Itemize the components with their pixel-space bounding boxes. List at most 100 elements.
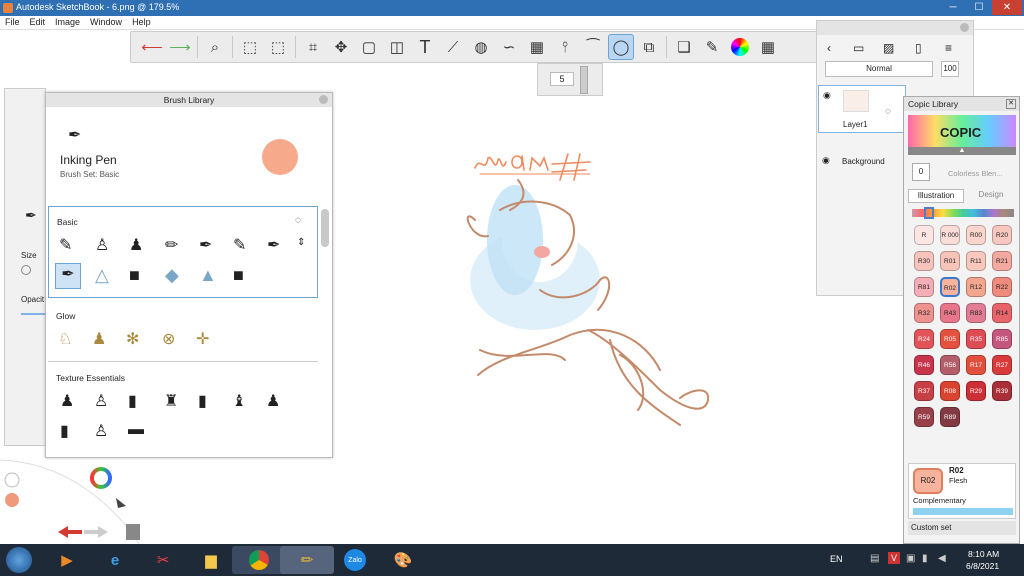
brush-size-input[interactable]: 5 [550, 72, 574, 86]
internet-explorer-icon[interactable]: e [88, 546, 142, 574]
brush-icon[interactable]: ▬ [128, 421, 144, 439]
paint-icon[interactable]: 🎨 [376, 546, 430, 574]
brush-icon[interactable]: ♟ [266, 391, 280, 411]
brush-size-slider[interactable] [580, 66, 588, 94]
redo-icon[interactable] [84, 526, 108, 538]
undo-icon[interactable] [58, 526, 82, 538]
custom-set[interactable]: Custom set [908, 521, 1016, 535]
copic-swatch[interactable]: R05 [940, 329, 960, 349]
brush-icon[interactable]: ✻ [126, 329, 139, 349]
chrome-icon[interactable] [232, 546, 286, 574]
copic-swatch[interactable]: R83 [966, 303, 986, 323]
menu-icon[interactable]: ≡ [945, 41, 952, 55]
brush-icon[interactable]: ▲ [199, 265, 217, 286]
copic-swatch[interactable]: R 000 [940, 225, 960, 245]
collapse-icon[interactable]: ▲ [908, 147, 1016, 155]
start-button[interactable] [6, 547, 32, 573]
colorless-blender-swatch[interactable]: 0 [912, 163, 930, 181]
copic-swatch[interactable]: R30 [914, 251, 934, 271]
copic-swatch[interactable]: R56 [940, 355, 960, 375]
reorder-icon[interactable]: ⇕ [297, 237, 305, 248]
brush-icon[interactable]: ■ [129, 265, 140, 286]
zoom-icon[interactable]: ⌕ [202, 34, 228, 60]
trash-icon[interactable]: ▯ [915, 41, 922, 55]
maximize-icon[interactable]: ☐ [964, 0, 994, 15]
brush-icon[interactable]: ♟ [92, 329, 106, 349]
copic-swatch[interactable]: R22 [992, 277, 1012, 297]
predictive-stroke-icon[interactable]: ◯ [608, 34, 634, 60]
redo-icon[interactable]: ⟶ [167, 34, 193, 60]
color-family-selector[interactable] [924, 207, 934, 219]
stroke-icon[interactable]: ⁀ [580, 34, 606, 60]
copic-swatch[interactable]: R20 [992, 225, 1012, 245]
copic-swatch[interactable]: R85 [992, 329, 1012, 349]
brush-icon[interactable]: ♟ [60, 391, 74, 411]
brush-puck[interactable] [4, 472, 20, 488]
tray-icon[interactable]: ▤ [870, 553, 879, 564]
copic-swatch[interactable]: R59 [914, 407, 934, 427]
symmetry-icon[interactable]: ⫯ [552, 34, 578, 60]
brush-icon[interactable]: ♙ [94, 391, 108, 411]
file-explorer-icon[interactable]: ▆ [184, 546, 238, 574]
brush-icon[interactable]: ✏ [165, 235, 178, 255]
copic-swatch[interactable]: R17 [966, 355, 986, 375]
menu-window[interactable]: Window [85, 16, 127, 28]
menu-edit[interactable]: Edit [25, 16, 51, 28]
network-icon[interactable]: ▮ [922, 553, 928, 564]
select-icon[interactable]: ⬚ [237, 34, 263, 60]
volume-icon[interactable]: ◀ [938, 553, 946, 564]
brush-icon[interactable]: ♙ [94, 421, 108, 441]
copic-swatch[interactable]: R89 [940, 407, 960, 427]
color-wheel-icon[interactable] [90, 467, 112, 489]
copic-swatch[interactable]: R39 [992, 381, 1012, 401]
menu-help[interactable]: Help [127, 16, 156, 28]
image-icon[interactable]: ▨ [883, 41, 894, 55]
copic-swatch[interactable]: R14 [992, 303, 1012, 323]
copic-swatch[interactable]: R35 [966, 329, 986, 349]
clock-date[interactable]: 6/8/2021 [966, 561, 999, 571]
brush-icon[interactable]: ⊗ [162, 329, 175, 349]
menu-file[interactable]: File [0, 16, 25, 28]
brush-icon[interactable]: ✒ [267, 235, 280, 255]
close-icon[interactable]: ✕ [1006, 99, 1016, 109]
zalo-icon[interactable]: Zalo [328, 546, 382, 574]
close-icon[interactable] [319, 95, 328, 104]
copic-swatch[interactable]: R02 [940, 277, 960, 297]
brush-icon[interactable]: ◆ [165, 265, 179, 286]
brush-icon[interactable]: ♙ [95, 235, 109, 255]
opacity-slider[interactable] [21, 313, 45, 315]
perspective-icon[interactable]: ▢ [356, 34, 382, 60]
brush-icon[interactable]: ✎ [59, 235, 72, 255]
folder-icon[interactable]: ▭ [853, 41, 864, 55]
opacity-input[interactable]: 100 [941, 61, 959, 77]
copy-icon[interactable] [126, 524, 140, 540]
copic-swatch[interactable]: R24 [914, 329, 934, 349]
brush-icon[interactable]: ♟ [129, 235, 143, 255]
brushes-icon[interactable]: ✎ [699, 34, 725, 60]
color-wheel-icon[interactable] [727, 34, 753, 60]
clock-time[interactable]: 8:10 AM [968, 549, 999, 559]
brush-icon[interactable]: ▮ [128, 391, 137, 411]
antivirus-icon[interactable]: V [888, 552, 900, 564]
brush-icon[interactable]: ♝ [232, 391, 246, 411]
size-slider[interactable] [21, 265, 31, 275]
brush-icon[interactable]: ■ [233, 265, 244, 286]
tray-icon[interactable]: ▣ [906, 553, 915, 564]
menu-image[interactable]: Image [50, 16, 85, 28]
undo-icon[interactable]: ⟵ [139, 34, 165, 60]
complementary-swatch[interactable] [913, 508, 1013, 515]
sketchbook-icon[interactable]: ✏ [280, 546, 334, 574]
copic-swatch[interactable]: R46 [914, 355, 934, 375]
brush-icon[interactable]: ▮ [198, 391, 207, 411]
brush-color-preview[interactable] [262, 139, 298, 175]
transform-icon[interactable]: ⬚ [265, 34, 291, 60]
brush-icon[interactable]: ♘ [58, 329, 72, 349]
copic-swatch[interactable]: R11 [966, 251, 986, 271]
copic-swatch[interactable]: R27 [992, 355, 1012, 375]
canvas-drawing[interactable] [440, 140, 740, 440]
scrollbar[interactable] [321, 209, 329, 247]
copic-swatch[interactable]: R43 [940, 303, 960, 323]
crop-icon[interactable]: ⌗ [300, 34, 326, 60]
blend-mode-select[interactable]: Normal [825, 61, 933, 77]
lasso-icon[interactable]: ◌ [295, 215, 301, 226]
